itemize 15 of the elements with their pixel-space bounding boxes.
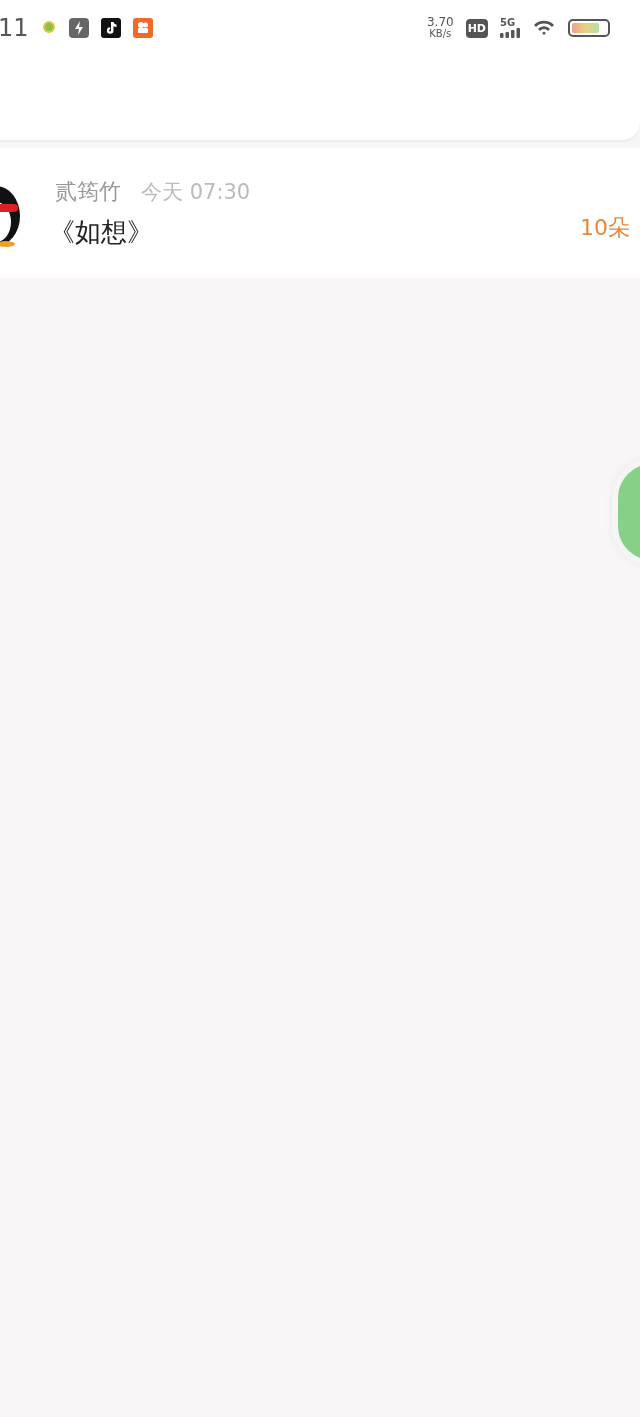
- network-speed: 3.70: [426, 17, 454, 28]
- network-type: 5G: [500, 18, 516, 28]
- record-title: 《如想》: [49, 215, 154, 249]
- status-time: 11: [0, 14, 29, 42]
- flower-count: 10朵: [580, 214, 630, 242]
- lightning-icon: [68, 18, 89, 38]
- signal-icon: [500, 28, 520, 38]
- wifi-icon: [532, 19, 556, 37]
- battery-icon: [568, 19, 610, 37]
- sender-name: 贰筠竹: [55, 177, 121, 206]
- speed-unit: KB/s: [429, 28, 452, 39]
- hd-badge: HD: [465, 18, 488, 38]
- video-app-icon: [132, 18, 153, 38]
- music-note-icon: [100, 18, 121, 38]
- record-time: 今天 07:30: [141, 178, 251, 206]
